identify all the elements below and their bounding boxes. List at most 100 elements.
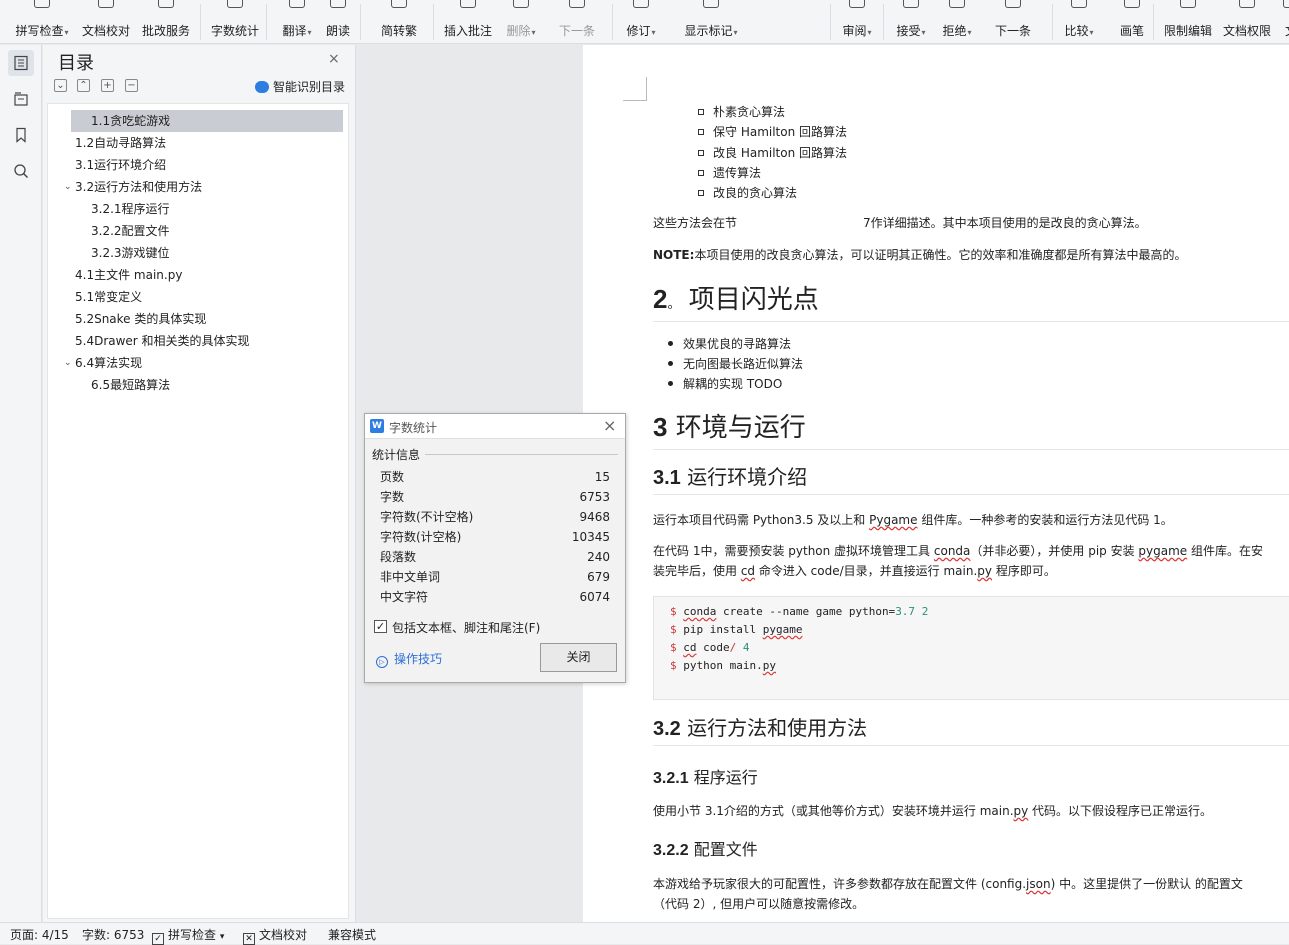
square-bullet-icon	[698, 170, 704, 176]
ribbon-button[interactable]: 修订▾	[623, 0, 659, 43]
spelling-flag[interactable]: conda	[934, 544, 971, 558]
ribbon-button[interactable]: 批改服务	[140, 0, 192, 43]
toc-item-label: 5.2Snake 类的具体实现	[75, 312, 207, 326]
dot-bullet-icon	[668, 361, 673, 366]
ribbon-tool-icon	[279, 0, 315, 22]
toc-item[interactable]: 5.2Snake 类的具体实现	[75, 308, 206, 330]
ribbon-button[interactable]: 画笔	[1117, 0, 1147, 43]
include-notes-checkbox[interactable]: ✓	[374, 620, 387, 633]
ribbon-label-row: 批改服务	[140, 22, 192, 40]
toc-item[interactable]: 1.1贪吃蛇游戏	[71, 110, 343, 132]
caret-down-icon: ▾	[1089, 28, 1094, 37]
caret-down-icon: ▾	[867, 28, 872, 37]
paragraph-text: 运行本项目代码需 Python3.5 及以上和	[653, 513, 870, 527]
toc-item[interactable]: 3.1运行环境介绍	[75, 154, 166, 176]
close-icon[interactable]: ×	[328, 51, 340, 67]
stats-section-label: 统计信息	[372, 448, 421, 462]
ribbon-button-label: 限制编辑	[1163, 24, 1212, 38]
spelling-flag[interactable]: py	[977, 564, 992, 578]
spelling-flag[interactable]: cd	[741, 564, 755, 578]
ribbon-separator	[360, 4, 361, 40]
ribbon-button[interactable]: 字数统计	[210, 0, 260, 43]
toc-item[interactable]: 5.4Drawer 和相关类的具体实现	[75, 330, 250, 352]
toc-item[interactable]: 1.2自动寻路算法	[75, 132, 166, 154]
smart-toc-button[interactable]: 智能识别目录	[255, 78, 345, 95]
stat-value: 15	[594, 470, 610, 484]
ribbon-label-row: 拒绝▾	[939, 22, 975, 42]
expand-all-icon[interactable]: ⌄	[54, 79, 67, 92]
heading-3-1: 3.1 运行环境介绍	[653, 461, 807, 490]
ribbon-button[interactable]: 下一条	[985, 0, 1041, 43]
toc-item[interactable]: ⌄ 3.2运行方法和使用方法	[64, 176, 202, 198]
ribbon-tool-icon	[1117, 0, 1147, 22]
list-item-text: 改良的贪心算法	[713, 186, 798, 200]
close-button[interactable]: 关闭	[540, 643, 617, 672]
ribbon-button[interactable]: 比较▾	[1062, 0, 1096, 43]
heading-2: 2。 项目闪光点	[653, 279, 819, 316]
ribbon-button[interactable]: 文档权限	[1222, 0, 1272, 43]
heading-text: 程序运行	[693, 768, 758, 787]
word-count-indicator[interactable]: 字数: 6753	[82, 926, 144, 943]
collapse-all-icon[interactable]: ⌃	[77, 79, 90, 92]
ribbon-tool-icon	[210, 0, 260, 22]
ribbon-tool-icon	[840, 0, 874, 22]
spelling-flag[interactable]: pygame	[1138, 544, 1187, 558]
search-icon[interactable]	[8, 158, 34, 184]
spelling-flag[interactable]: py	[1014, 804, 1029, 818]
toc-item[interactable]: ⌄ 6.4算法实现	[64, 352, 142, 374]
include-notes-label[interactable]: 包括文本框、脚注和尾注(F)	[392, 619, 540, 636]
ribbon-button[interactable]: 限制编辑	[1163, 0, 1213, 43]
list-item-text: 朴素贪心算法	[713, 105, 786, 119]
ribbon-button[interactable]: 翻译▾	[279, 0, 315, 43]
dialog-titlebar[interactable]: W 字数统计 ×	[365, 414, 625, 439]
stat-label: 字符数(不计空格)	[380, 510, 474, 524]
toc-item[interactable]: 3.2.1程序运行	[91, 198, 170, 220]
ribbon-button[interactable]: 审阅▾	[840, 0, 874, 43]
chevron-down-icon[interactable]: ⌄	[64, 352, 72, 374]
ribbon-button[interactable]: 文	[1281, 0, 1289, 43]
toc-item[interactable]: 4.1主文件 main.py	[75, 264, 182, 286]
ribbon-button[interactable]: 拼写检查▾	[12, 0, 72, 43]
chapter-nav-icon[interactable]	[8, 86, 34, 112]
tips-link[interactable]: ▷ 操作技巧	[376, 650, 442, 668]
ribbon-button[interactable]: 拒绝▾	[939, 0, 975, 43]
spelling-flag[interactable]: Pygame	[869, 513, 917, 527]
code-token: code	[696, 641, 730, 654]
ribbon-toolbar: 拼写检查▾ 文档校对 批改服务 字数统计 翻译▾ 朗读 简转繁 插入批注 删除▾ 下一条 修订▾ 显示…	[0, 0, 1289, 44]
add-heading-icon[interactable]: +	[101, 79, 114, 92]
ribbon-button[interactable]: 文档校对	[80, 0, 132, 43]
toc-nav-icon[interactable]	[8, 50, 34, 76]
ribbon-tool-icon	[1222, 0, 1272, 22]
ribbon-button[interactable]: 插入批注	[443, 0, 493, 43]
ribbon-button-label: 修订	[626, 24, 651, 38]
spell-check-status[interactable]: ✓ 拼写检查 ▾	[152, 926, 224, 945]
ribbon-button[interactable]: 朗读	[323, 0, 353, 43]
spelling-flag[interactable]: json	[1026, 877, 1051, 891]
close-icon[interactable]: ×	[603, 416, 616, 435]
stat-row: 字符数(不计空格) 9468	[380, 507, 610, 527]
toc-item[interactable]: 3.2.2配置文件	[91, 220, 170, 242]
ribbon-button[interactable]: 下一条	[548, 0, 606, 43]
ribbon-button-label: 拒绝	[942, 24, 967, 38]
ribbon-button[interactable]: 接受▾	[893, 0, 929, 43]
code-line: $ pip install pygame	[670, 623, 802, 636]
ribbon-button[interactable]: 简转繁	[370, 0, 428, 43]
chevron-down-icon[interactable]: ⌄	[64, 176, 72, 198]
ribbon-button-label: 翻译	[282, 24, 307, 38]
proofread-label: 文档校对	[259, 928, 308, 942]
proofread-status[interactable]: ✕ 文档校对	[243, 926, 307, 945]
stat-row: 页数 15	[380, 467, 610, 487]
paragraph-text: 装完毕后，使用	[653, 564, 741, 578]
ribbon-tool-icon	[623, 0, 659, 22]
ribbon-button[interactable]: 删除▾	[503, 0, 539, 43]
toc-item[interactable]: 6.5最短路算法	[91, 374, 170, 396]
document-page[interactable]: 朴素贪心算法 保守 Hamilton 回路算法 改良 Hamilton 回路算法…	[583, 45, 1289, 922]
paragraph: 装完毕后，使用 cd 命令进入 code/目录，并直接运行 main.py 程序…	[653, 562, 1056, 579]
ribbon-button[interactable]: 显示标记▾	[671, 0, 751, 43]
remove-heading-icon[interactable]: −	[125, 79, 138, 92]
toc-item[interactable]: 3.2.3游戏键位	[91, 242, 170, 264]
toc-item-label: 5.4Drawer 和相关类的具体实现	[75, 334, 250, 348]
bookmark-icon[interactable]	[8, 122, 34, 148]
page-indicator[interactable]: 页面: 4/15	[10, 926, 69, 943]
toc-item[interactable]: 5.1常变定义	[75, 286, 142, 308]
